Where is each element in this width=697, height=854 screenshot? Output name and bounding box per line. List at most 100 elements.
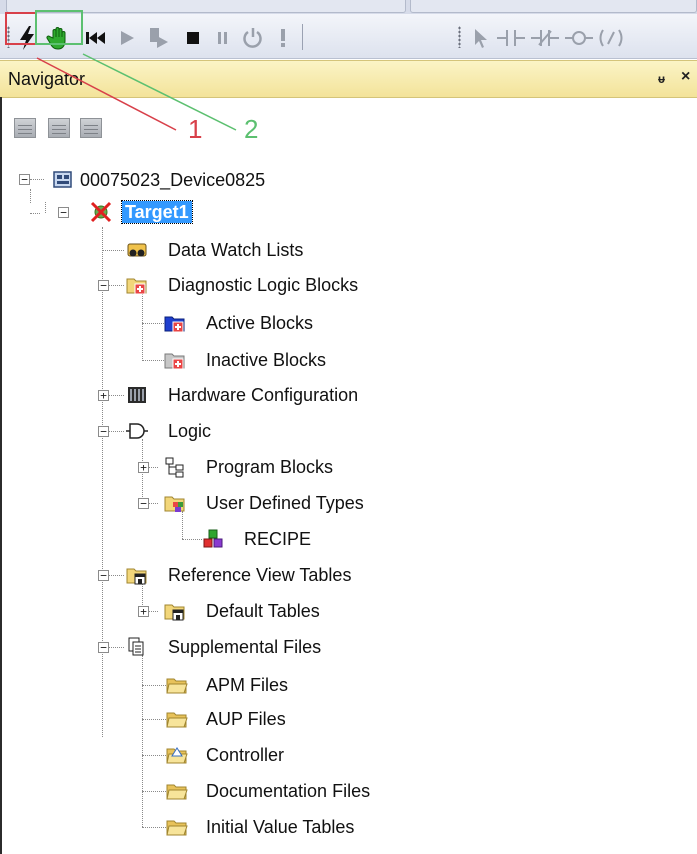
open-folder-icon	[166, 820, 188, 836]
callout-1-highlight	[5, 12, 37, 45]
function-button[interactable]	[594, 21, 628, 55]
run-disabled-icon	[150, 28, 168, 48]
open-folder-icon	[166, 678, 188, 694]
supplemental-files-icon	[128, 637, 144, 656]
logic-gate-icon	[126, 423, 148, 439]
tree-connector	[109, 575, 124, 576]
stop-icon	[187, 32, 199, 44]
tree-connector	[142, 360, 164, 361]
data-watch-icon	[127, 243, 147, 257]
top-tab-strip	[0, 0, 697, 14]
tree-connector	[182, 539, 202, 540]
restart-button[interactable]	[78, 21, 112, 55]
tree-item-inactive-blocks[interactable]: Inactive Blocks	[206, 349, 326, 371]
recipe-cubes-icon	[203, 529, 223, 548]
controller-folder-icon	[166, 747, 188, 764]
function-icon	[599, 29, 623, 47]
callout-2-highlight	[35, 10, 83, 45]
expander-user-defined-types[interactable]: −	[138, 498, 149, 509]
tree-item-aup-files[interactable]: AUP Files	[206, 708, 286, 730]
tree-connector	[102, 250, 124, 251]
tree-connector	[30, 213, 40, 214]
expander-device[interactable]: −	[19, 174, 30, 185]
close-icon[interactable]: ×	[681, 68, 690, 86]
pause-icon	[218, 32, 227, 44]
expander-supplemental[interactable]: −	[98, 642, 109, 653]
contact-nc-icon	[531, 30, 559, 46]
tree-connector	[142, 655, 143, 827]
tree-connector	[109, 431, 124, 432]
tree-connector	[148, 611, 158, 612]
no-contact-button[interactable]	[494, 21, 528, 55]
stop-button[interactable]	[176, 21, 210, 55]
run-outputs-disabled-button[interactable]	[142, 21, 176, 55]
expander-program-blocks[interactable]: +	[138, 462, 149, 473]
tree-connector	[148, 503, 158, 504]
tree-connector	[109, 395, 124, 396]
expander-hardware[interactable]: +	[98, 390, 109, 401]
diagnostic-folder-icon	[126, 278, 147, 295]
open-folder-icon	[166, 784, 188, 800]
device-icon	[53, 171, 72, 188]
tree-item-device[interactable]: 00075023_Device0825	[80, 169, 265, 191]
navigator-tree: − 00075023_Device0825 − Target1 Data Wat…	[0, 97, 697, 854]
reference-view-folder-icon	[126, 568, 147, 585]
tree-item-default-tables[interactable]: Default Tables	[206, 600, 320, 622]
skip-back-icon	[86, 32, 105, 44]
reset-icon	[243, 28, 262, 48]
tree-connector	[182, 511, 183, 539]
nc-contact-button[interactable]	[528, 21, 562, 55]
coil-button[interactable]	[562, 21, 596, 55]
contact-no-icon	[497, 30, 525, 46]
tree-item-reference-view-tables[interactable]: Reference View Tables	[168, 564, 351, 586]
tab-strip-segment-right[interactable]	[410, 0, 697, 13]
tree-item-controller[interactable]: Controller	[206, 744, 284, 766]
tree-item-recipe[interactable]: RECIPE	[244, 528, 311, 550]
tree-connector	[142, 293, 143, 361]
default-tables-folder-icon	[164, 604, 185, 621]
expander-reference-view[interactable]: −	[98, 570, 109, 581]
tree-item-target[interactable]: Target1	[121, 200, 193, 224]
exclamation-icon	[281, 29, 285, 47]
pause-button[interactable]	[206, 21, 240, 55]
expander-target[interactable]: −	[58, 207, 69, 218]
tree-item-program-blocks[interactable]: Program Blocks	[206, 456, 333, 478]
expander-default-tables[interactable]: +	[138, 606, 149, 617]
toolbar-separator	[302, 24, 303, 50]
tree-connector	[45, 202, 46, 213]
tree-item-data-watch-lists[interactable]: Data Watch Lists	[168, 239, 303, 261]
tree-item-user-defined-types[interactable]: User Defined Types	[206, 492, 364, 514]
fault-button[interactable]	[266, 21, 300, 55]
expander-diagnostic[interactable]: −	[98, 280, 109, 291]
tree-connector	[148, 467, 158, 468]
tree-item-initial-value-tables[interactable]: Initial Value Tables	[206, 816, 354, 838]
user-defined-types-icon	[164, 496, 185, 512]
target-offline-icon	[90, 201, 112, 223]
play-icon	[121, 31, 134, 45]
tree-item-diagnostic-logic-blocks[interactable]: Diagnostic Logic Blocks	[168, 274, 358, 296]
inactive-blocks-icon	[164, 353, 185, 370]
tree-item-hardware-configuration[interactable]: Hardware Configuration	[168, 384, 358, 406]
tree-item-active-blocks[interactable]: Active Blocks	[206, 312, 313, 334]
tree-connector	[30, 179, 44, 180]
tree-connector	[109, 647, 124, 648]
navigator-header: Navigator ᵾ ×	[0, 60, 697, 98]
tree-item-supplemental-files[interactable]: Supplemental Files	[168, 636, 321, 658]
reset-button[interactable]	[236, 21, 270, 55]
run-button[interactable]	[110, 21, 144, 55]
expander-logic[interactable]: −	[98, 426, 109, 437]
toolbar-grip-handle-2[interactable]	[458, 26, 461, 48]
toolbar	[0, 10, 697, 59]
tree-connector	[102, 227, 103, 737]
select-tool-button[interactable]	[464, 21, 498, 55]
tree-connector	[109, 285, 124, 286]
pin-icon[interactable]: ᵾ	[658, 72, 665, 86]
tree-item-documentation-files[interactable]: Documentation Files	[206, 780, 370, 802]
tree-item-apm-files[interactable]: APM Files	[206, 674, 288, 696]
hardware-rack-icon	[128, 387, 146, 403]
open-folder-icon	[166, 712, 188, 728]
pointer-icon	[475, 29, 487, 48]
navigator-title: Navigator	[8, 69, 86, 89]
navigator-window: Navigator ᵾ × 1 2 − 00075023_Device0825 …	[0, 0, 697, 854]
tree-item-logic[interactable]: Logic	[168, 420, 211, 442]
